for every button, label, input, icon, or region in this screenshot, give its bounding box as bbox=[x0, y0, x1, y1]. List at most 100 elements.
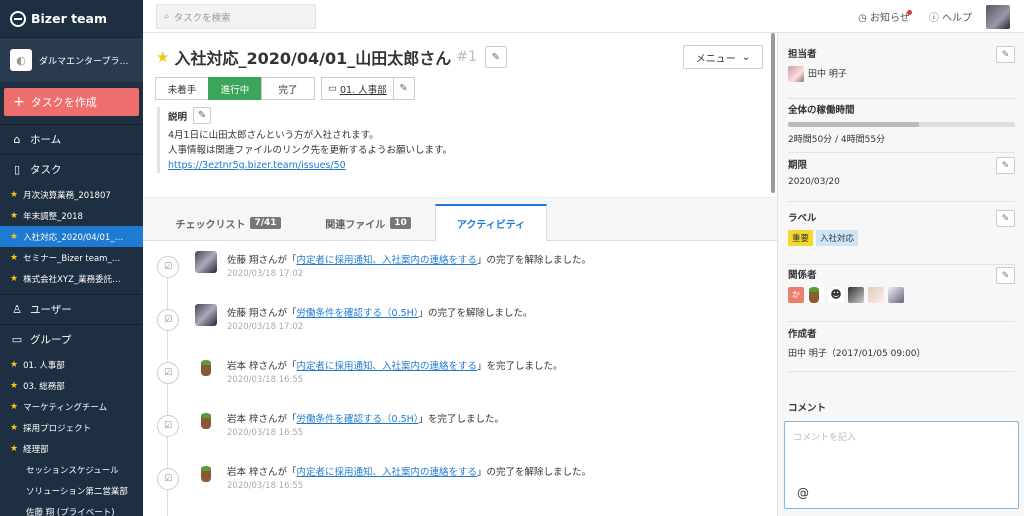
notifications-button[interactable]: ◷ お知らせ bbox=[858, 9, 915, 24]
avatar[interactable] bbox=[868, 287, 884, 303]
sidebar-group-item[interactable]: ★ 01. 人事部 bbox=[0, 354, 143, 375]
org-name: ダルマエンタープラ… bbox=[39, 56, 129, 67]
description-line: 4月1日に山田太郎さんという方が入社されます。 bbox=[168, 130, 379, 141]
worktime-progress bbox=[788, 122, 1015, 127]
activity-link[interactable]: 内定者に採用通知、入社案内の連絡をする bbox=[297, 255, 478, 266]
star-icon: ★ bbox=[10, 210, 19, 221]
sidebar-group-item[interactable]: ★ 03. 総務部 bbox=[0, 375, 143, 396]
comment-placeholder: コメントを記入 bbox=[793, 433, 857, 443]
pencil-icon: ✎ bbox=[1001, 213, 1010, 224]
tab-checklist[interactable]: チェックリスト 7/41 bbox=[163, 204, 293, 242]
sidebar-task-item[interactable]: ★ セミナー_Bizer team_… bbox=[0, 247, 143, 268]
sidebar-group-item[interactable]: ★ 経理部 bbox=[0, 438, 143, 459]
status-row: 未着手 進行中 完了 ▭ 01. 人事部 ✎ bbox=[155, 77, 415, 100]
brand[interactable]: Bizer team bbox=[0, 0, 143, 38]
sidebar-task-item[interactable]: ★ 入社対応_2020/04/01_… bbox=[0, 226, 143, 247]
edit-assignee-button[interactable]: ✎ bbox=[996, 46, 1015, 63]
activity-link[interactable]: 労働条件を確認する（0.5H） bbox=[297, 308, 419, 319]
sidebar-group-item[interactable]: 佐藤 翔 (プライベート) bbox=[0, 501, 143, 516]
sidebar-group-label: 採用プロジェクト bbox=[23, 423, 92, 434]
avatar bbox=[195, 304, 217, 326]
org-switcher[interactable]: ◐ ダルマエンタープラ… bbox=[0, 38, 143, 82]
edit-group-button[interactable]: ✎ bbox=[392, 77, 415, 100]
avatar[interactable]: か bbox=[788, 287, 804, 303]
sidebar-group-item[interactable]: セッションスケジュール bbox=[0, 459, 143, 480]
avatar bbox=[788, 66, 804, 82]
edit-deadline-button[interactable]: ✎ bbox=[996, 157, 1015, 174]
sidebar-task-item[interactable]: ★ 株式会社XYZ_業務委託… bbox=[0, 268, 143, 289]
avatar[interactable]: ☻ bbox=[828, 287, 844, 303]
star-icon: ★ bbox=[10, 273, 19, 284]
sidebar-task-item[interactable]: ★ 月次決算業務_201807 bbox=[0, 184, 143, 205]
worktime-label: 全体の稼働時間 bbox=[788, 105, 855, 116]
label-tag: 入社対応 bbox=[816, 230, 859, 246]
tab-files[interactable]: 関連ファイル 10 bbox=[303, 204, 433, 242]
avatar[interactable] bbox=[808, 287, 824, 303]
activity-link[interactable]: 労働条件を確認する（0.5H） bbox=[297, 414, 419, 425]
avatar[interactable] bbox=[888, 287, 904, 303]
sidebar-item-home[interactable]: ⌂ ホーム bbox=[0, 124, 143, 154]
activity-text: 佐藤 翔さんが「内定者に採用通知、入社案内の連絡をする」の完了を解除しました。 bbox=[227, 252, 591, 266]
description-link[interactable]: https://3eztnr5g.bizer.team/issues/50 bbox=[168, 158, 762, 173]
sidebar-group-label: 03. 総務部 bbox=[23, 381, 65, 392]
mention-icon[interactable]: @ bbox=[797, 486, 809, 500]
comment-input[interactable]: コメントを記入 @ bbox=[784, 421, 1019, 509]
tab-activity[interactable]: アクティビティ bbox=[435, 204, 547, 242]
sidebar-group-item[interactable]: ★ 採用プロジェクト bbox=[0, 417, 143, 438]
details-panel: 担当者 田中 明子 ✎ 全体の稼働時間 2時間50分 / 4時間55分 期限 2… bbox=[777, 33, 1024, 516]
menu-button[interactable]: メニュー ⌄ bbox=[683, 45, 763, 69]
user-icon: ♙ bbox=[12, 303, 22, 316]
status-inprogress-button[interactable]: 進行中 bbox=[208, 77, 262, 100]
pencil-icon: ✎ bbox=[1001, 49, 1010, 60]
sidebar-group-item[interactable]: ソリューション第二営業部 bbox=[0, 480, 143, 501]
org-logo-icon: ◐ bbox=[10, 49, 32, 71]
deadline-label: 期限 bbox=[788, 160, 808, 171]
sidebar-group-item[interactable]: ★ マーケティングチーム bbox=[0, 396, 143, 417]
deadline-value: 2020/03/20 bbox=[788, 177, 840, 187]
worktime-progress-fill bbox=[788, 122, 919, 127]
notifications-label: お知らせ bbox=[870, 13, 910, 24]
sidebar-task-item[interactable]: ★ 年末調整_2018 bbox=[0, 205, 143, 226]
sidebar-task-label: 株式会社XYZ_業務委託… bbox=[23, 274, 121, 285]
edit-title-button[interactable]: ✎ bbox=[484, 46, 507, 68]
edit-members-button[interactable]: ✎ bbox=[996, 267, 1015, 284]
activity-suffix: 」の完了を解除しました。 bbox=[477, 255, 592, 266]
help-button[interactable]: ⓘ ヘルプ bbox=[929, 9, 972, 24]
activity-user: 岩本 梓さんが「 bbox=[227, 414, 297, 425]
notification-dot bbox=[906, 10, 912, 15]
activity-text: 岩本 梓さんが「内定者に採用通知、入社案内の連絡をする」を完了しました。 bbox=[227, 358, 563, 372]
sidebar-tasks-label: タスク bbox=[30, 164, 62, 176]
activity-link[interactable]: 内定者に採用通知、入社案内の連絡をする bbox=[297, 361, 478, 372]
plus-icon: + bbox=[13, 94, 25, 110]
status-todo-button[interactable]: 未着手 bbox=[155, 77, 209, 100]
user-avatar[interactable] bbox=[986, 4, 1010, 29]
star-icon: ★ bbox=[10, 252, 19, 263]
star-icon[interactable]: ★ bbox=[156, 48, 169, 66]
sidebar-task-label: 月次決算業務_201807 bbox=[23, 190, 111, 201]
sidebar-item-tasks[interactable]: ▯ タスク bbox=[0, 154, 143, 184]
assignee-label: 担当者 bbox=[788, 49, 817, 60]
edit-label-button[interactable]: ✎ bbox=[996, 210, 1015, 227]
scrollbar[interactable] bbox=[771, 33, 775, 193]
create-task-button[interactable]: + タスクを作成 bbox=[4, 88, 139, 116]
activity-time: 2020/03/18 16:55 bbox=[227, 375, 304, 385]
sidebar-item-users[interactable]: ♙ ユーザー bbox=[0, 294, 143, 324]
activity-time: 2020/03/18 17:02 bbox=[227, 269, 304, 279]
members-list: か ☻ bbox=[788, 287, 1015, 303]
sidebar-home-label: ホーム bbox=[30, 134, 62, 146]
task-list: ★ 月次決算業務_201807 ★ 年末調整_2018 ★ 入社対応_2020/04/01… bbox=[0, 184, 143, 289]
search-input[interactable]: ⌕ タスクを検索 bbox=[156, 4, 316, 29]
avatar[interactable] bbox=[848, 287, 864, 303]
activity-text: 岩本 梓さんが「内定者に採用通知、入社案内の連絡をする」の完了を解除しました。 bbox=[227, 464, 591, 478]
menu-label: メニュー bbox=[695, 53, 736, 65]
activity-link[interactable]: 内定者に採用通知、入社案内の連絡をする bbox=[297, 467, 478, 478]
create-task-label: タスクを作成 bbox=[30, 96, 97, 109]
task-number: #1 bbox=[456, 49, 477, 65]
label-list: 重要 入社対応 bbox=[788, 230, 1015, 246]
sidebar-item-groups[interactable]: ▭ グループ bbox=[0, 324, 143, 354]
members-label: 関係者 bbox=[788, 270, 817, 281]
comment-label: コメント bbox=[788, 403, 827, 414]
status-done-button[interactable]: 完了 bbox=[261, 77, 315, 100]
group-selector[interactable]: ▭ 01. 人事部 bbox=[321, 77, 394, 100]
edit-description-button[interactable]: ✎ bbox=[193, 107, 212, 124]
